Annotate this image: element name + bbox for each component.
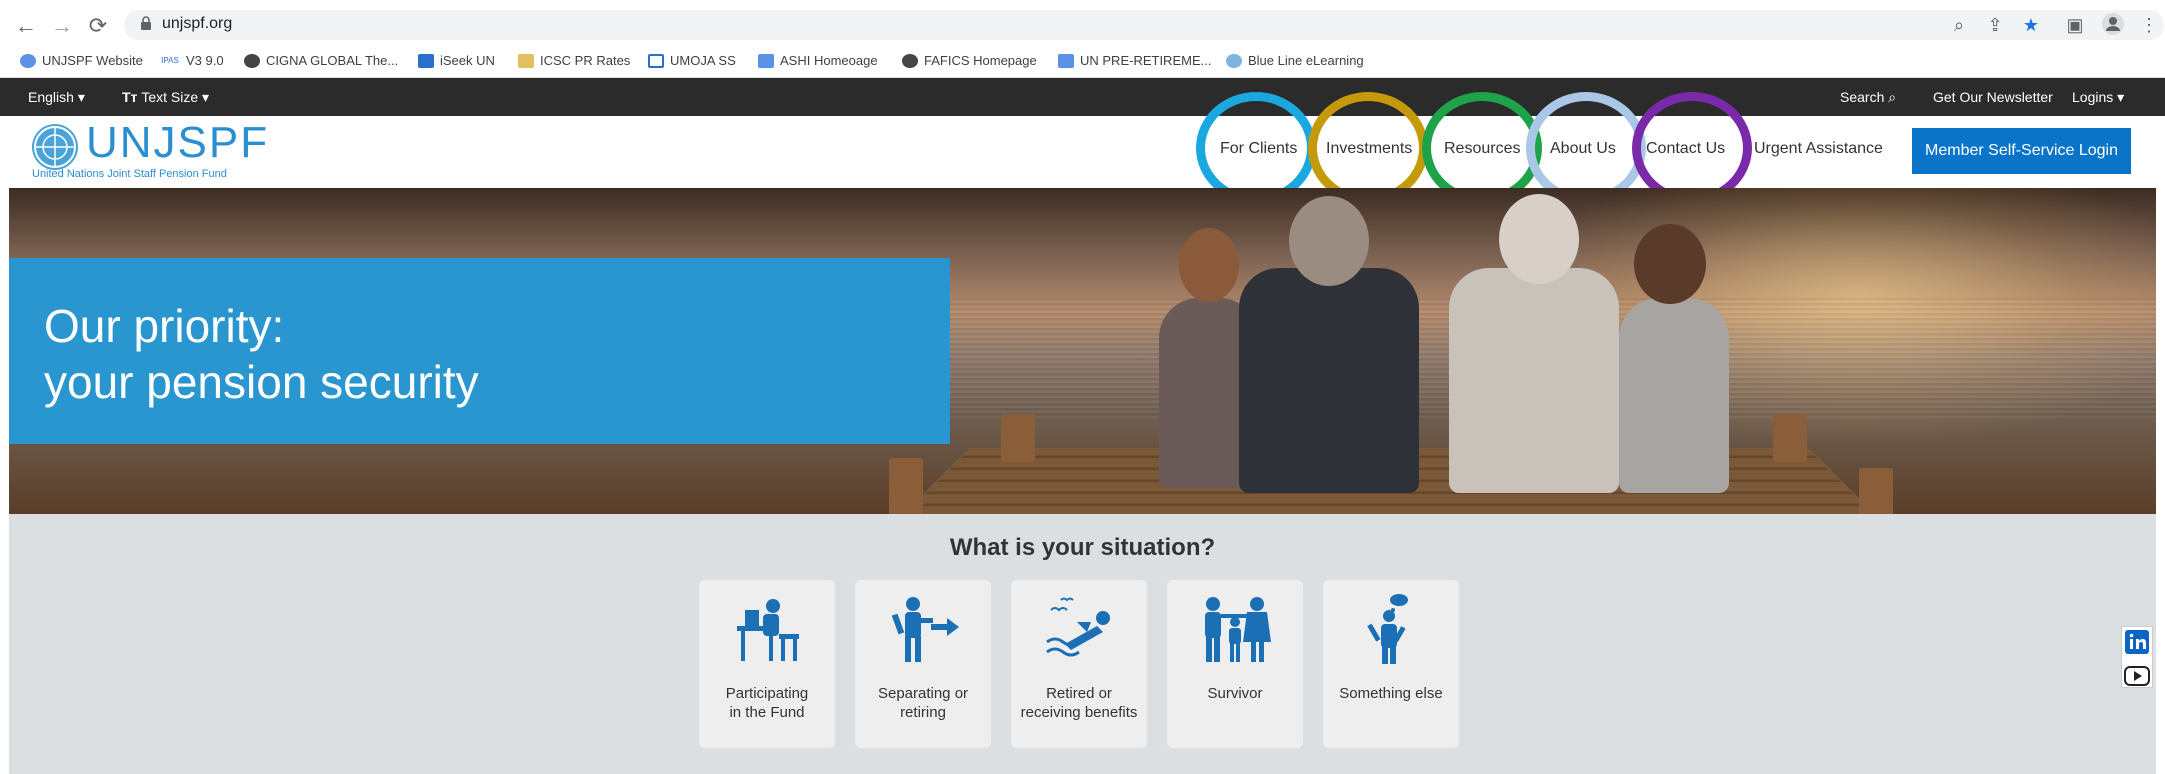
chevron-down-icon: ▾ — [77, 89, 85, 105]
situation-card-survivor[interactable]: Survivor — [1167, 580, 1303, 748]
text-size-icon: Tт — [122, 89, 138, 105]
dock-post — [1001, 414, 1035, 462]
bookmark-item[interactable]: ICSC PR Rates — [518, 53, 630, 68]
hero-person-head — [1634, 224, 1706, 304]
nav-contact-us[interactable]: Contact Us — [1646, 140, 1725, 158]
relaxing-person-icon — [1046, 597, 1110, 657]
dock-post — [1859, 468, 1893, 514]
chevron-down-icon: ▾ — [202, 89, 210, 105]
bookmark-item[interactable]: ASHI Homeoage — [758, 53, 878, 68]
menu-dots-icon[interactable]: ⋮ — [2136, 12, 2162, 38]
blueline-icon — [1226, 53, 1242, 68]
chevron-down-icon: ▾ — [2117, 89, 2125, 105]
situation-card-label: Separating or retiring — [877, 685, 969, 721]
nav-resources[interactable]: Resources — [1444, 140, 1520, 158]
search-icon: ⌕ — [1888, 89, 1897, 105]
hero-person-head — [1179, 228, 1239, 302]
bookmark-item[interactable]: iSeek UN — [418, 53, 495, 68]
browser-toolbar: ← → ⟳ unjspf.org ⌕ ⇪ ★ ▣ ⋮ — [0, 0, 2165, 50]
globe-icon — [902, 53, 918, 68]
member-login-button[interactable]: Member Self-Service Login — [1912, 128, 2131, 174]
hero-person — [1619, 298, 1729, 493]
un-emblem-icon[interactable] — [32, 124, 78, 170]
hero-person-head — [1289, 196, 1369, 286]
logo-subtitle: United Nations Joint Staff Pension Fund — [32, 168, 227, 180]
situation-section: What is your situation? Participating in … — [9, 514, 2156, 774]
logins-dropdown[interactable]: Logins ▾ — [2072, 89, 2124, 106]
umoja-icon — [648, 53, 664, 68]
hero-banner: Our priority: your pension security — [9, 188, 2156, 514]
newsletter-link[interactable]: Get Our Newsletter — [1933, 89, 2053, 105]
bookmark-item[interactable]: CIGNA GLOBAL The... — [244, 53, 398, 68]
hero-title: Our priority: your pension security — [44, 298, 479, 410]
hero-title-line2: your pension security — [44, 356, 479, 408]
bookmark-item[interactable]: UN PRE-RETIREME... — [1058, 53, 1211, 68]
search-link[interactable]: Search ⌕ — [1840, 89, 1896, 106]
situation-card-participating[interactable]: Participating in the Fund — [699, 580, 835, 748]
video-play-icon[interactable] — [2122, 662, 2152, 690]
icsc-icon — [518, 53, 534, 68]
address-bar[interactable] — [124, 10, 2164, 40]
profile-icon[interactable] — [2100, 12, 2126, 38]
logo-title[interactable]: UNJSPF — [86, 118, 269, 168]
un-icon — [758, 53, 774, 68]
bookmark-item[interactable]: UMOJA SS — [648, 53, 736, 68]
bookmark-item[interactable]: UNJSPF Website — [20, 53, 143, 68]
social-widget — [2121, 626, 2153, 688]
linkedin-icon[interactable] — [2122, 627, 2152, 657]
reload-icon[interactable]: ⟳ — [84, 12, 112, 40]
share-icon[interactable]: ⇪ — [1982, 12, 2008, 38]
situation-card-retired[interactable]: Retired or receiving benefits — [1011, 580, 1147, 748]
globe-icon — [244, 53, 260, 68]
back-icon[interactable]: ← — [12, 12, 40, 40]
forward-icon[interactable]: → — [48, 12, 76, 40]
nav-urgent-assistance[interactable]: Urgent Assistance — [1754, 140, 1883, 158]
nav-for-clients[interactable]: For Clients — [1220, 140, 1297, 158]
nav-about-us[interactable]: About Us — [1550, 140, 1616, 158]
hero-person — [1449, 268, 1619, 493]
family-icon — [1205, 597, 1271, 662]
un-icon — [418, 53, 434, 68]
hero-person-head — [1499, 194, 1579, 284]
thinking-person-icon — [1367, 594, 1408, 664]
dock-post — [889, 458, 923, 514]
lock-icon — [141, 16, 151, 30]
situation-title: What is your situation? — [949, 534, 1216, 561]
situation-card-label: Survivor — [1207, 685, 1263, 702]
un-icon — [20, 53, 36, 68]
url-text: unjspf.org — [162, 15, 233, 32]
situation-card-something-else[interactable]: Something else — [1323, 580, 1459, 748]
situation-card-label: Retired or receiving benefits — [1020, 685, 1138, 721]
dock-post — [1773, 414, 1807, 462]
situation-card-separating[interactable]: Separating or retiring — [855, 580, 991, 748]
bookmark-item[interactable]: FAFICS Homepage — [902, 53, 1037, 68]
bookmark-star-icon[interactable]: ★ — [2018, 12, 2044, 38]
bookmark-item[interactable]: IPAS V3 9.0 — [160, 53, 223, 68]
zoom-icon[interactable]: ⌕ — [1946, 12, 1972, 38]
bookmarks-bar: UNJSPF Website IPAS V3 9.0 CIGNA GLOBAL … — [0, 46, 2165, 78]
nav-investments[interactable]: Investments — [1326, 140, 1412, 158]
text-size-select[interactable]: Tт Text Size ▾ — [122, 89, 209, 106]
site-header: UNJSPF United Nations Joint Staff Pensio… — [0, 116, 2165, 188]
utility-bar: English ▾ Tт Text Size ▾ Search ⌕ Get Ou… — [0, 78, 2165, 116]
bookmark-item[interactable]: Blue Line eLearning — [1226, 53, 1364, 68]
hero-person — [1239, 268, 1419, 493]
un-icon — [1058, 53, 1074, 68]
hero-title-line1: Our priority: — [44, 300, 285, 352]
person-exit-icon — [891, 597, 959, 662]
situation-card-label: Participating in the Fund — [725, 685, 809, 721]
side-panel-icon[interactable]: ▣ — [2062, 12, 2088, 38]
situation-card-label: Something else — [1339, 685, 1443, 702]
desk-worker-icon — [737, 599, 799, 661]
language-select[interactable]: English ▾ — [28, 89, 85, 106]
hero-panel: Our priority: your pension security — [9, 258, 950, 444]
ipas-icon: IPAS — [161, 55, 179, 65]
